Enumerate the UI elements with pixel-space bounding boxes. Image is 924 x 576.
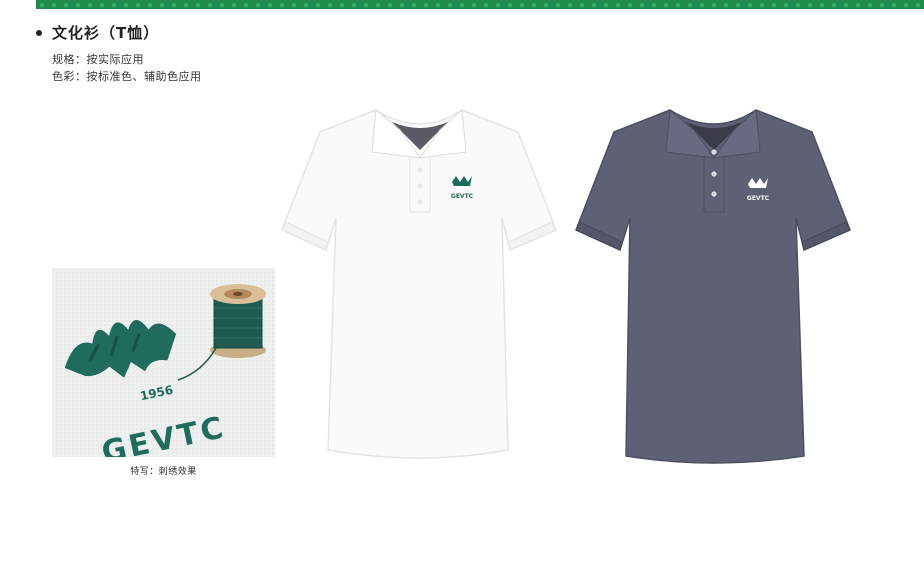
grey-shirt-logo-text: GEVTC <box>747 195 770 202</box>
closeup-caption: 特写：刺绣效果 <box>130 467 197 477</box>
embroidery-closeup-image: 1956 GEVTC <box>52 268 275 457</box>
section-title: 文化衫（T恤） <box>52 24 160 42</box>
grey-polo-shirt-image: GEVTC <box>574 100 854 474</box>
embroidery-closeup-graphic: 1956 GEVTC <box>52 268 275 457</box>
bullet-icon <box>36 29 42 36</box>
spec-size-line: 规格：按实际应用 <box>52 53 144 66</box>
grey-polo-graphic: GEVTC <box>575 108 851 464</box>
white-polo-shirt-image: GEVTC <box>280 100 560 474</box>
section-title-row: 文化衫（T恤） <box>36 22 159 43</box>
spec-color-line: 色彩：按标准色、辅助色应用 <box>52 70 202 83</box>
decorative-top-band <box>36 0 924 9</box>
white-shirt-logo-text: GEVTC <box>451 193 474 200</box>
white-polo-graphic: GEVTC <box>281 108 557 459</box>
